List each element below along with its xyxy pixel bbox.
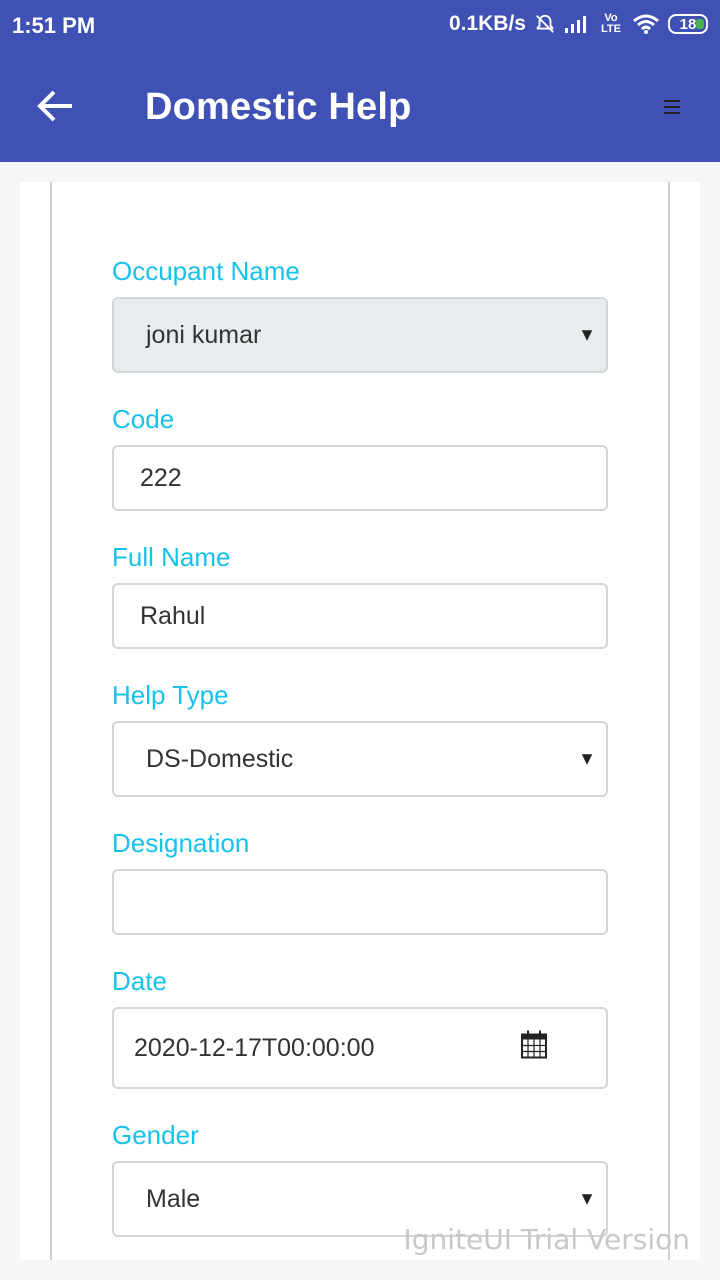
gender-label: Gender bbox=[112, 1120, 199, 1150]
full-name-label: Full Name bbox=[112, 542, 231, 572]
back-button[interactable] bbox=[36, 88, 76, 124]
wifi-icon bbox=[632, 13, 660, 35]
alarm-off-icon bbox=[534, 13, 556, 35]
occupant-name-value: joni kumar bbox=[146, 320, 262, 349]
signal-icon bbox=[564, 14, 590, 34]
code-label: Code bbox=[112, 404, 175, 434]
menu-button[interactable] bbox=[662, 98, 682, 116]
designation-input[interactable] bbox=[112, 869, 608, 935]
occupant-name-label: Occupant Name bbox=[112, 256, 300, 286]
status-indicators: 0.1KB/s Vo LTE 18 bbox=[449, 12, 708, 36]
full-name-value: Rahul bbox=[140, 601, 206, 630]
divider bbox=[50, 182, 52, 1260]
app-bar: Domestic Help bbox=[0, 52, 720, 162]
status-time: 1:51 PM bbox=[12, 13, 96, 38]
caret-down-icon: ▼ bbox=[578, 1188, 596, 1209]
help-type-label: Help Type bbox=[112, 680, 229, 710]
battery-icon: 18 bbox=[668, 14, 708, 34]
battery-level: 18 bbox=[679, 15, 697, 33]
battery-fill bbox=[696, 19, 704, 29]
caret-down-icon: ▼ bbox=[578, 748, 596, 769]
volte-icon: Vo LTE bbox=[601, 12, 621, 35]
form-card: Occupant Name joni kumar ▼ Code 222 Full… bbox=[20, 182, 700, 1260]
code-value: 222 bbox=[140, 463, 182, 492]
date-value: 2020-12-17T00:00:00 bbox=[134, 1033, 375, 1062]
status-bar: 1:51 PM 0.1KB/s Vo LTE 18 bbox=[0, 0, 720, 52]
help-type-select[interactable]: DS-Domestic ▼ bbox=[112, 721, 608, 797]
date-input[interactable]: 2020-12-17T00:00:00 bbox=[112, 1007, 608, 1089]
full-name-input[interactable]: Rahul bbox=[112, 583, 608, 649]
menu-icon bbox=[664, 100, 680, 114]
arrow-left-icon bbox=[37, 90, 72, 122]
caret-down-icon: ▼ bbox=[578, 324, 596, 345]
date-label: Date bbox=[112, 966, 167, 996]
code-input[interactable]: 222 bbox=[112, 445, 608, 511]
calendar-icon[interactable] bbox=[520, 1030, 548, 1067]
designation-label: Designation bbox=[112, 828, 250, 858]
occupant-name-select[interactable]: joni kumar ▼ bbox=[112, 297, 608, 373]
page-title: Domestic Help bbox=[145, 86, 412, 128]
network-speed: 0.1KB/s bbox=[448, 12, 526, 35]
help-type-value: DS-Domestic bbox=[146, 744, 294, 773]
divider bbox=[668, 182, 670, 1260]
gender-value: Male bbox=[146, 1184, 201, 1213]
trial-watermark: IgniteUI Trial Version bbox=[403, 1223, 691, 1256]
